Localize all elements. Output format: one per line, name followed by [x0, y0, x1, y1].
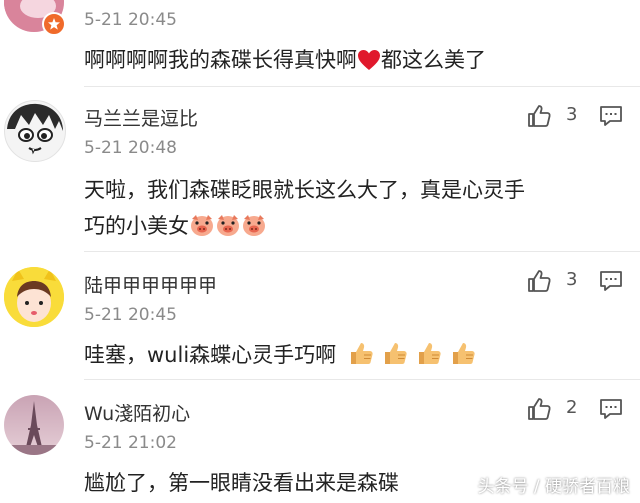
comment-item: 马兰兰是逗比 5-21 20:48 3 天啦，我们森碟眨眼就长这么大了，真是心灵… [0, 86, 640, 251]
comment-text-main: 哇塞，wuli森蝶心灵手巧啊 [84, 343, 337, 367]
avatar[interactable] [4, 267, 64, 327]
red-heart-emoji [357, 46, 381, 82]
thumbs-up-emoji [415, 340, 443, 377]
comment-username[interactable]: 陆甲甲甲甲甲甲 [84, 271, 217, 298]
like-button[interactable] [526, 267, 552, 295]
like-count: 3 [566, 269, 578, 290]
cartoon-face-icon [7, 103, 63, 155]
comment-icon [600, 399, 622, 419]
comment-text-line: 天啦，我们森碟眨眼就长这么大了，真是心灵手 [84, 178, 525, 202]
pig-face-emoji [215, 212, 241, 248]
reply-button[interactable] [598, 269, 624, 293]
comment-text-main: 啊啊啊啊我的森碟长得真快啊 [84, 48, 357, 72]
thumbs-up-emoji [347, 340, 375, 377]
verified-badge-icon [42, 12, 66, 36]
comment-time: 5-21 20:45 [84, 10, 177, 30]
thumbs-up-icon [528, 398, 551, 420]
like-button[interactable] [526, 102, 552, 130]
comment-text-after: 都这么美了 [381, 48, 486, 72]
comment-time: 5-21 20:45 [84, 305, 177, 325]
comment-username[interactable]: Wu淺陌初心 [84, 399, 190, 426]
avatar[interactable] [4, 100, 66, 162]
thumbs-up-icon [528, 270, 551, 292]
comment-item: 陆甲甲甲甲甲甲 5-21 20:45 3 哇塞，wuli森蝶心灵手巧啊 [0, 251, 640, 379]
comment-text: 哇塞，wuli森蝶心灵手巧啊 [84, 337, 624, 377]
comment-item: 5-21 20:45 啊啊啊啊我的森碟长得真快啊 都这么美了 [0, 0, 640, 90]
avatar[interactable] [4, 395, 64, 455]
comment-time: 5-21 21:02 [84, 433, 177, 453]
comment-text: 啊啊啊啊我的森碟长得真快啊 都这么美了 [84, 42, 624, 82]
thumbs-up-emoji [449, 340, 477, 377]
reply-button[interactable] [598, 104, 624, 128]
thumbs-up-icon [528, 105, 551, 127]
comment-icon [600, 106, 622, 126]
eiffel-tower-icon [4, 395, 64, 455]
yellow-hood-girl-icon [4, 267, 64, 327]
like-count: 2 [566, 397, 578, 418]
comment-time: 5-21 20:48 [84, 138, 177, 158]
comment-username[interactable]: 马兰兰是逗比 [84, 104, 198, 131]
comment-text: 天啦，我们森碟眨眼就长这么大了，真是心灵手 巧的小美女 [84, 172, 624, 248]
like-button[interactable] [526, 395, 552, 423]
thumbs-up-emoji [381, 340, 409, 377]
pig-face-emoji [241, 212, 267, 248]
comment-text-line: 巧的小美女 [84, 208, 624, 248]
reply-button[interactable] [598, 397, 624, 421]
comment-text-line-part: 巧的小美女 [84, 214, 189, 238]
watermark: 头条号 / 硬骄者百粮 [477, 477, 630, 497]
like-count: 3 [566, 104, 578, 125]
pig-face-emoji [189, 212, 215, 248]
comment-icon [600, 271, 622, 291]
